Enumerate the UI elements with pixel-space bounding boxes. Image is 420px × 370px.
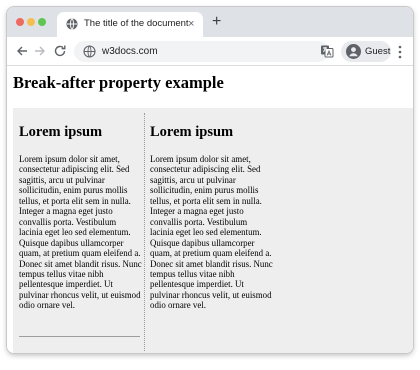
column-heading: Lorem ipsum bbox=[150, 124, 234, 140]
window-minimize-button[interactable] bbox=[27, 18, 35, 26]
browser-toolbar: w3docs.com Guest bbox=[7, 37, 413, 66]
tab-strip: The title of the document × + bbox=[7, 7, 413, 37]
reload-icon[interactable] bbox=[53, 44, 67, 58]
globe-icon bbox=[66, 18, 78, 30]
column-heading: Lorem ipsum bbox=[19, 124, 103, 140]
profile-button[interactable]: Guest bbox=[341, 41, 391, 62]
translate-icon[interactable] bbox=[320, 44, 334, 58]
column-paragraph: Lorem ipsum dolor sit amet, consectetur … bbox=[19, 154, 142, 311]
page-title: Break-after property example bbox=[13, 73, 224, 92]
close-icon[interactable]: × bbox=[188, 17, 194, 31]
window-zoom-button[interactable] bbox=[38, 18, 46, 26]
tab-title: The title of the document bbox=[84, 18, 189, 29]
arrow-left-icon[interactable] bbox=[15, 44, 29, 58]
column-2: Lorem ipsum Lorem ipsum dolor sit amet, … bbox=[150, 123, 273, 311]
column-paragraph: Lorem ipsum dolor sit amet, consectetur … bbox=[150, 154, 273, 311]
address-bar[interactable]: w3docs.com bbox=[74, 41, 329, 62]
avatar-icon bbox=[346, 44, 361, 59]
multicolumn-container: Lorem ipsum Lorem ipsum dolor sit amet, … bbox=[13, 108, 413, 353]
column-rule bbox=[144, 113, 145, 351]
more-vert-icon[interactable] bbox=[398, 45, 402, 59]
page-content: Break-after property example Lorem ipsum… bbox=[7, 67, 413, 353]
browser-window: The title of the document × + w3docs.com bbox=[7, 7, 413, 353]
new-tab-button[interactable]: + bbox=[212, 13, 221, 31]
globe-icon[interactable] bbox=[83, 45, 96, 58]
column-1: Lorem ipsum Lorem ipsum dolor sit amet, … bbox=[19, 123, 142, 311]
profile-label: Guest bbox=[365, 46, 391, 57]
horizontal-rule bbox=[19, 336, 140, 337]
tab-active[interactable]: The title of the document × bbox=[57, 12, 203, 37]
arrow-right-icon[interactable] bbox=[33, 44, 47, 58]
window-close-button[interactable] bbox=[16, 18, 24, 26]
url-text[interactable]: w3docs.com bbox=[102, 45, 158, 58]
